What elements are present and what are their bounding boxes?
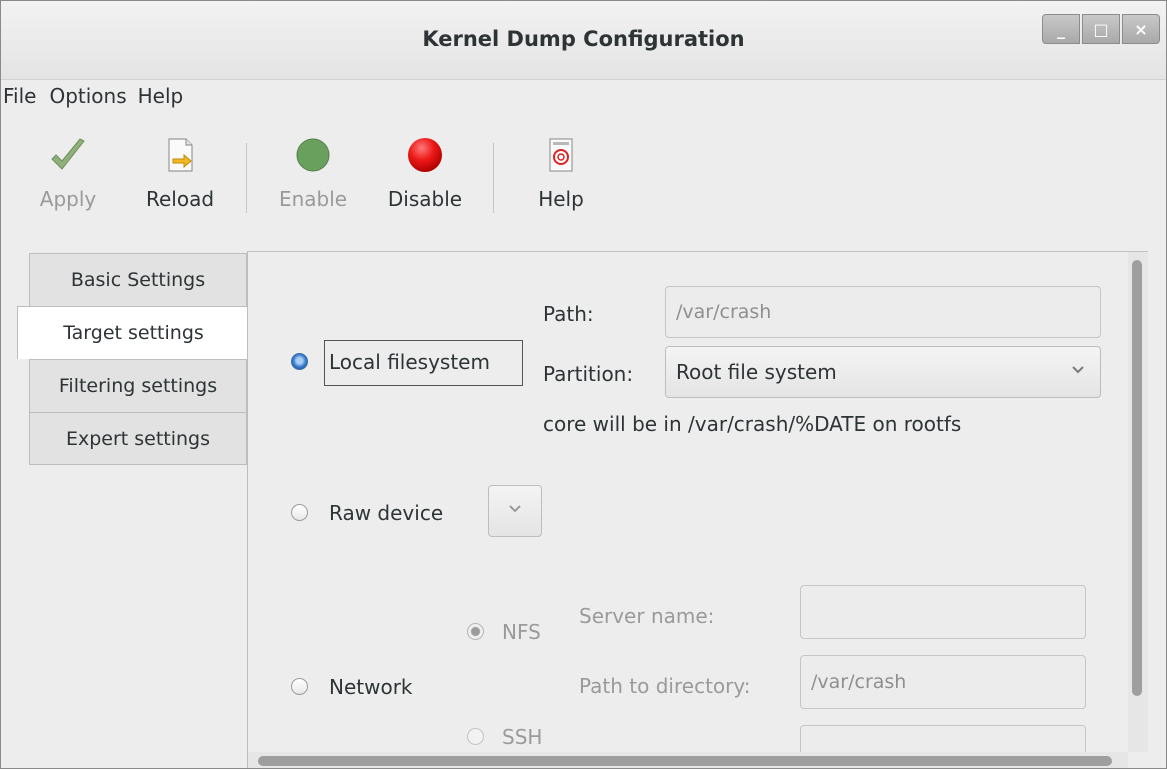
target-settings-panel: Local filesystem Path: /var/crash Partit…	[247, 251, 1148, 768]
server-name-label: Server name:	[579, 604, 715, 628]
tab-filtering-settings[interactable]: Filtering settings	[29, 359, 247, 412]
enable-button[interactable]: Enable	[271, 133, 355, 229]
tab-target-settings[interactable]: Target settings	[17, 306, 249, 359]
help-label: Help	[538, 187, 584, 211]
vertical-scroll-thumb[interactable]	[1132, 260, 1142, 696]
close-button[interactable]: ×	[1122, 14, 1160, 44]
kernel-dump-window: Kernel Dump Configuration _ □ × File Opt…	[0, 0, 1167, 769]
settings-tabs: Basic Settings Target settings Filtering…	[17, 253, 249, 465]
menu-options[interactable]: Options	[49, 84, 135, 108]
local-filesystem-radio[interactable]	[291, 353, 308, 370]
partition-label: Partition:	[543, 362, 634, 386]
red-circle-icon	[403, 133, 447, 177]
raw-device-radio[interactable]	[291, 504, 308, 521]
green-circle-icon	[291, 133, 335, 177]
maximize-button[interactable]: □	[1082, 14, 1120, 44]
reload-label: Reload	[145, 187, 215, 211]
horizontal-scrollbar[interactable]	[248, 752, 1128, 768]
tab-basic-settings[interactable]: Basic Settings	[29, 253, 247, 306]
menu-help[interactable]: Help	[138, 84, 193, 108]
enable-label: Enable	[278, 187, 348, 211]
vertical-scrollbar[interactable]	[1128, 252, 1148, 752]
apply-label: Apply	[39, 187, 97, 211]
partition-dropdown[interactable]: Root file system	[665, 346, 1101, 398]
toolbar: Apply Reload Enable Disable Help	[1, 113, 1166, 229]
nfs-label: NFS	[502, 620, 541, 644]
path-label: Path:	[543, 302, 594, 326]
minimize-button[interactable]: _	[1042, 14, 1080, 44]
window-title: Kernel Dump Configuration	[422, 27, 745, 51]
nfs-radio[interactable]	[467, 623, 484, 640]
path-to-directory-input[interactable]: /var/crash	[800, 655, 1086, 709]
tab-expert-settings[interactable]: Expert settings	[29, 412, 247, 465]
disable-button[interactable]: Disable	[379, 133, 471, 229]
checkmark-icon	[46, 133, 90, 177]
path-to-directory-label: Path to directory:	[579, 674, 751, 698]
raw-device-dropdown[interactable]	[488, 485, 542, 537]
local-filesystem-label[interactable]: Local filesystem	[329, 350, 490, 374]
raw-device-label[interactable]: Raw device	[329, 501, 443, 525]
toolbar-separator	[493, 143, 494, 213]
core-location-note: core will be in /var/crash/%DATE on root…	[543, 412, 962, 436]
menu-bar: File Options Help	[1, 79, 1166, 113]
disable-label: Disable	[387, 187, 463, 211]
network-radio[interactable]	[291, 678, 308, 695]
toolbar-separator	[246, 143, 247, 213]
network-label[interactable]: Network	[329, 675, 413, 699]
reload-document-icon	[158, 133, 202, 177]
window-controls: _ □ ×	[1040, 14, 1160, 44]
help-document-icon	[539, 133, 583, 177]
server-name-input[interactable]	[800, 585, 1086, 639]
apply-button[interactable]: Apply	[33, 133, 103, 229]
reload-button[interactable]: Reload	[137, 133, 223, 229]
help-button[interactable]: Help	[523, 133, 599, 229]
menu-file[interactable]: File	[3, 84, 45, 108]
horizontal-scroll-thumb[interactable]	[258, 756, 1112, 766]
chevron-down-icon	[1072, 366, 1084, 374]
chevron-down-icon	[509, 505, 521, 513]
ssh-radio[interactable]	[467, 728, 484, 745]
path-input[interactable]: /var/crash	[665, 286, 1101, 338]
partition-value: Root file system	[676, 360, 837, 384]
ssh-label: SSH	[502, 725, 543, 749]
title-bar[interactable]: Kernel Dump Configuration _ □ ×	[1, 1, 1166, 80]
